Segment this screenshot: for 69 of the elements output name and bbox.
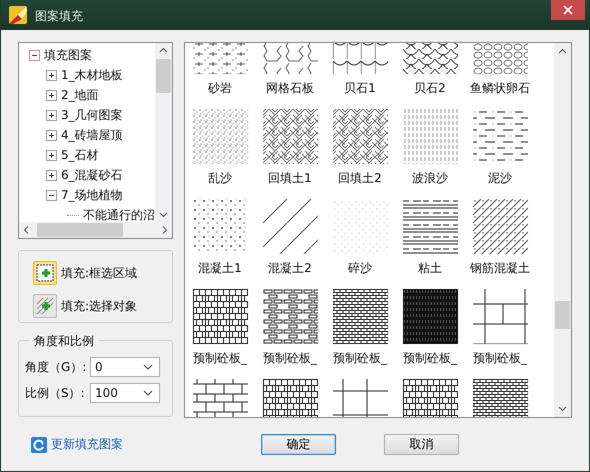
expand-toggle-icon[interactable] [46, 90, 57, 100]
hatch-swatch[interactable] [262, 109, 318, 164]
hatch-swatch[interactable] [332, 289, 388, 344]
horizontal-scrollbar[interactable] [19, 222, 172, 238]
pattern-name: 乱沙 [208, 170, 232, 187]
pattern-name: 预制砼板_ [193, 350, 247, 367]
hatch-swatch[interactable] [472, 199, 528, 254]
window-title: 图案填充 [35, 8, 83, 25]
tree-item[interactable]: 5_石材 [61, 146, 99, 164]
tree-item[interactable]: 3_几何图案 [61, 106, 123, 124]
pattern-name: 回填土1 [268, 170, 312, 187]
pattern-name: 预制砼板_ [333, 350, 387, 367]
expand-toggle-icon[interactable] [46, 150, 57, 160]
pattern-name: 混凝土1 [198, 260, 242, 277]
dropdown-field[interactable]: 100 [90, 383, 160, 403]
ok-button[interactable]: 确定 [261, 434, 336, 455]
tree-item[interactable]: 4_砖墙屋顶 [61, 126, 123, 144]
pattern-name: 预制砼板_ [263, 350, 317, 367]
hatch-swatch[interactable] [192, 289, 248, 344]
cancel-button[interactable]: 取消 [384, 434, 459, 455]
pattern-name: 回填土2 [338, 170, 382, 187]
group-title: 角度和比例 [29, 333, 99, 350]
chevron-down-icon [143, 364, 153, 370]
refresh-icon[interactable] [31, 436, 47, 452]
refresh-patterns-link[interactable]: 更新填充图案 [51, 436, 123, 453]
add-fill-icon[interactable] [33, 261, 57, 285]
pattern-name: 预制砼板_ [473, 350, 527, 367]
pattern-name: 鱼鳞状卵石 [470, 80, 530, 97]
tree-item[interactable]: 2_地面 [61, 86, 99, 104]
fill-option-label: 填充:框选区域 [61, 264, 138, 282]
expand-toggle-icon[interactable] [46, 170, 57, 180]
pattern-name: 贝石2 [414, 80, 446, 97]
pattern-name: 砂岩 [208, 80, 232, 97]
close-button[interactable] [551, 0, 585, 20]
hatch-swatch[interactable] [192, 109, 248, 164]
pattern-name: 波浪沙 [412, 170, 448, 187]
pattern-name: 粘土 [418, 260, 442, 277]
pattern-name: 钢筋混凝土 [470, 260, 530, 277]
scrollbar[interactable] [554, 43, 571, 417]
dropdown-field[interactable]: 0 [90, 357, 160, 377]
expand-toggle-icon[interactable] [46, 110, 57, 120]
tree-item[interactable]: 填充图案 [44, 46, 92, 64]
tree-item[interactable]: 不能通行的沼 [83, 206, 155, 222]
pattern-name: 泥沙 [488, 170, 512, 187]
tree-item[interactable]: 6_混凝砂石 [61, 166, 123, 184]
fill-option-label: 填充:选择对象 [61, 298, 138, 314]
pattern-name: 预制砼板_ [403, 350, 457, 367]
scroll-thumb[interactable] [37, 223, 123, 237]
close-icon [563, 5, 573, 15]
pattern-name: 碎沙 [348, 260, 372, 277]
tree-item[interactable]: 1_木材地板 [61, 66, 123, 84]
chevron-down-icon [143, 390, 153, 396]
tree-item[interactable]: 7_场地植物 [61, 186, 123, 204]
collapse-toggle-icon[interactable] [29, 50, 40, 60]
expand-toggle-icon[interactable] [46, 190, 57, 200]
hatch-swatch[interactable] [402, 289, 458, 344]
pattern-name: 混凝土2 [268, 260, 312, 277]
scrollbar[interactable] [155, 43, 172, 222]
pattern-name: 贝石1 [344, 80, 376, 97]
scroll-thumb[interactable] [555, 300, 570, 329]
hatch-swatch[interactable] [262, 289, 318, 344]
expand-toggle-icon[interactable] [46, 130, 57, 140]
scroll-thumb[interactable] [156, 59, 171, 93]
field-label: 角度（G）: [25, 358, 88, 376]
expand-toggle-icon[interactable] [46, 70, 57, 80]
hatch-swatch[interactable] [332, 109, 388, 164]
pencil-logo-icon [9, 6, 27, 24]
pattern-name: 网格石板 [266, 80, 314, 97]
field-label: 比例（S）: [25, 384, 86, 402]
